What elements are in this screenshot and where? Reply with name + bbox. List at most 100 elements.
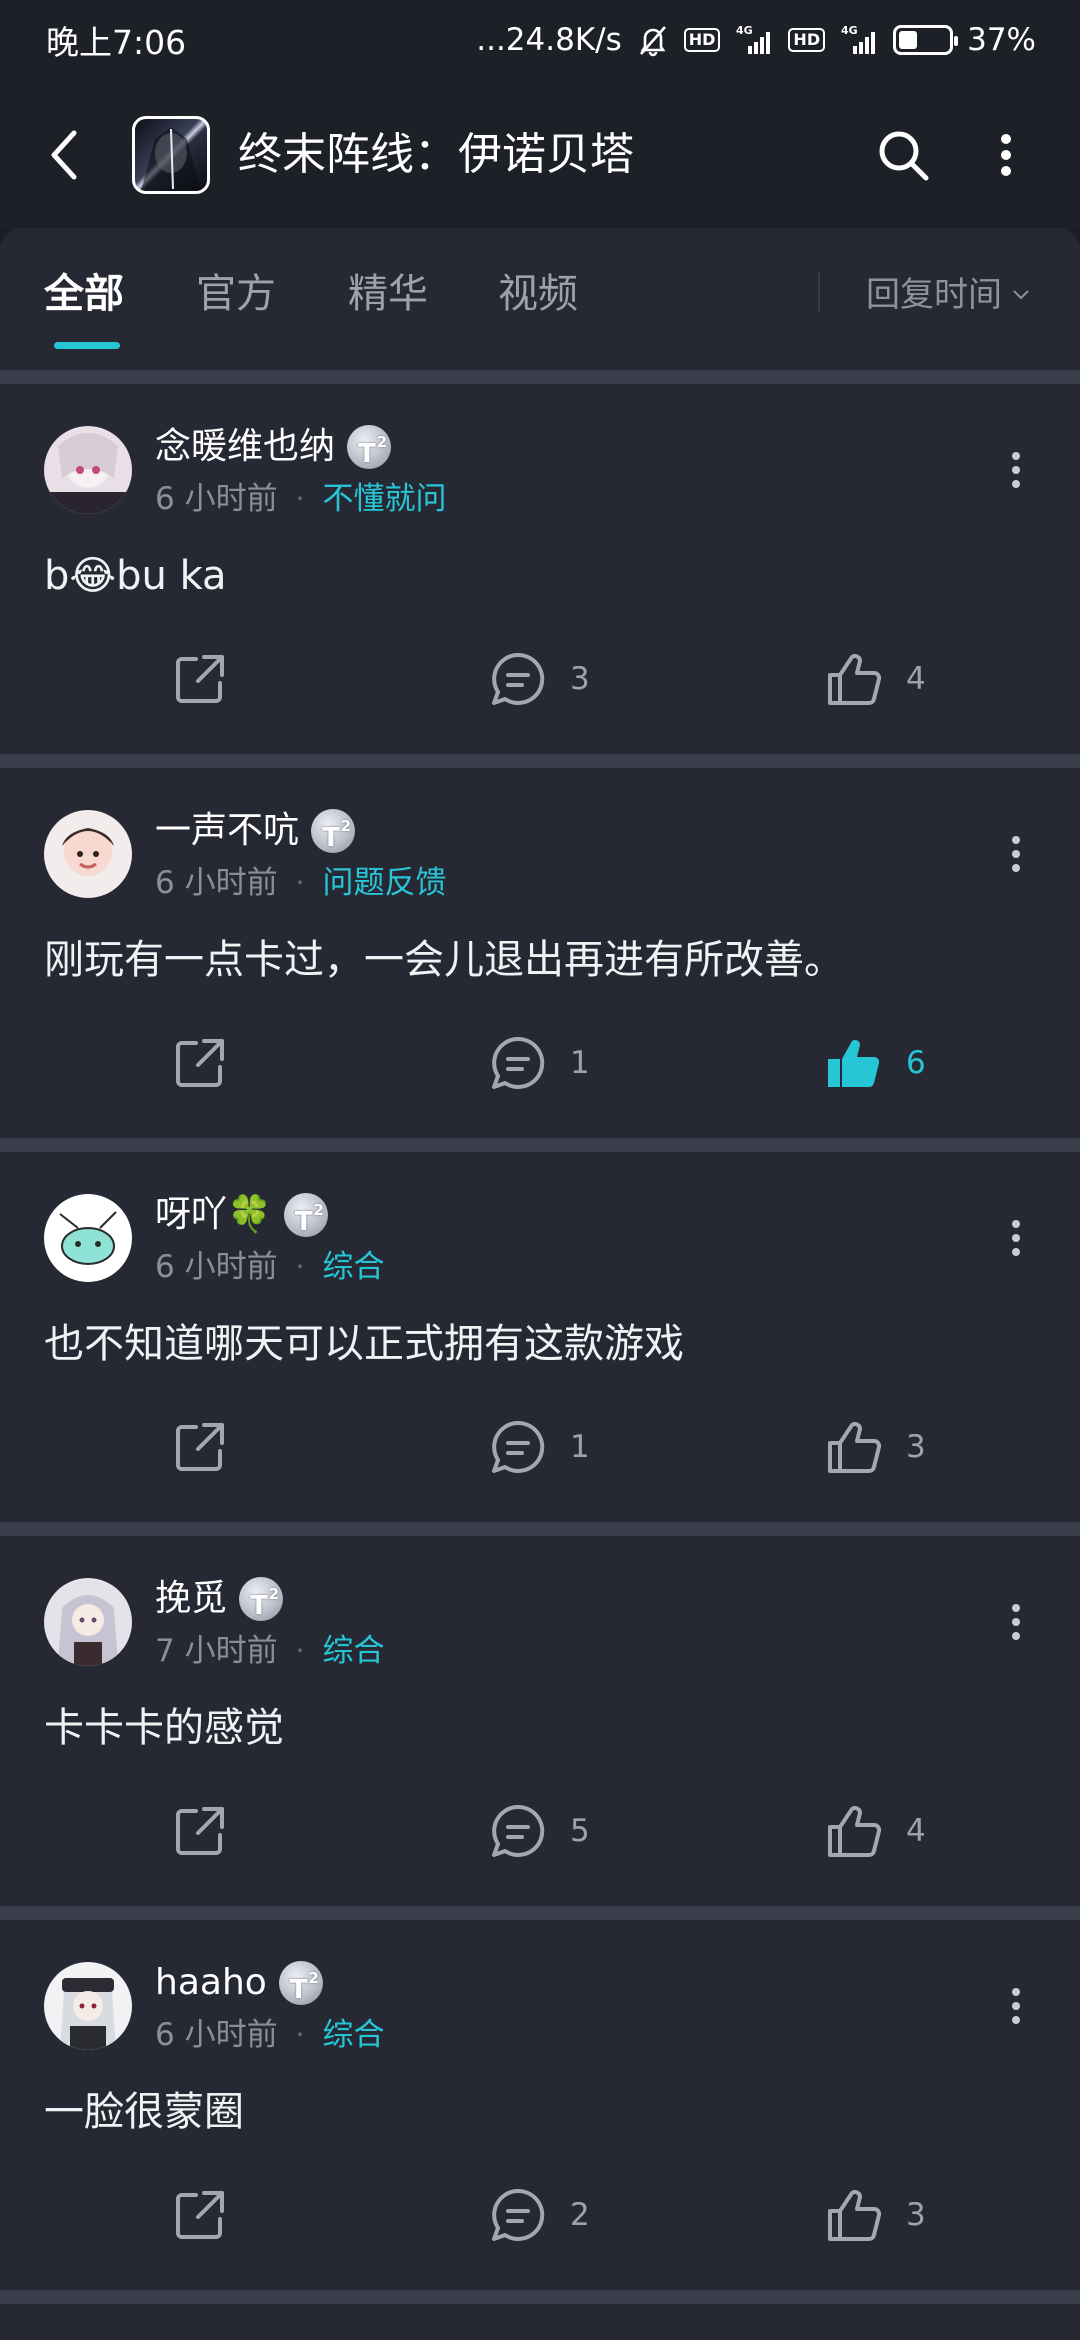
avatar[interactable] xyxy=(44,810,132,898)
post-category[interactable]: 综合 xyxy=(322,1628,384,1674)
post-more-icon[interactable] xyxy=(996,1592,1036,1652)
thumbs-up-filled-icon xyxy=(828,1040,880,1088)
tab-divider xyxy=(818,272,820,312)
post-category[interactable]: 问题反馈 xyxy=(322,860,446,906)
post-card[interactable]: 一声不吭 2 6 小时前 · 问题反馈 刚玩有一点卡过，一会儿退出再进有所改善。… xyxy=(0,768,1080,1138)
like-count: 3 xyxy=(906,2197,926,2233)
signal-icon: 4G xyxy=(734,24,774,56)
hd-badge-2: HD xyxy=(788,28,826,52)
post-meta: 6 小时前 · 综合 xyxy=(155,2012,384,2058)
post-author[interactable]: haaho 2 xyxy=(155,1958,323,2015)
like-count: 6 xyxy=(906,1045,926,1081)
sort-dropdown[interactable]: 回复时间 xyxy=(866,270,1030,320)
comment-button[interactable]: 2 xyxy=(488,2182,590,2248)
post-category[interactable]: 综合 xyxy=(322,2012,384,2058)
post-card[interactable]: 呀吖🍀 2 6 小时前 · 综合 也不知道哪天可以正式拥有这款游戏 1 3 xyxy=(0,1152,1080,1522)
post-card[interactable]: haaho 2 6 小时前 · 综合 一脸很蒙圈 2 3 xyxy=(0,1920,1080,2290)
level-badge-icon: 2 xyxy=(283,1193,328,1247)
like-count: 4 xyxy=(906,661,926,697)
comment-count: 3 xyxy=(570,661,590,697)
post-time: 6 小时前 xyxy=(155,865,278,901)
comment-count: 5 xyxy=(570,1813,590,1849)
status-bar: 晚上7:06 ...24.8K/s HD 4G HD 4G 37% xyxy=(0,0,1080,80)
network-speed: ...24.8K/s xyxy=(476,22,622,58)
post-more-icon[interactable] xyxy=(996,1976,1036,2036)
post-more-icon[interactable] xyxy=(996,824,1036,884)
post-meta: 6 小时前 · 问题反馈 xyxy=(155,860,446,906)
share-button[interactable] xyxy=(170,646,230,712)
game-logo[interactable] xyxy=(132,116,210,194)
signal-icon-2: 4G xyxy=(839,24,879,56)
page-title: 终末阵线：伊诺贝塔 xyxy=(238,129,634,180)
share-icon xyxy=(176,1807,224,1855)
post-card-partial xyxy=(0,2304,1080,2340)
like-button[interactable]: 3 xyxy=(824,2182,926,2248)
tab-video[interactable]: 视频 xyxy=(498,264,578,324)
like-button[interactable]: 4 xyxy=(824,1798,926,1864)
comment-button[interactable]: 1 xyxy=(488,1030,590,1096)
username: 一声不吭 xyxy=(155,810,300,851)
avatar[interactable] xyxy=(44,1578,132,1666)
username: haaho xyxy=(155,1962,267,2003)
status-icons: ...24.8K/s HD 4G HD 4G 37% xyxy=(476,22,1036,58)
post-content[interactable]: 卡卡卡的感觉 xyxy=(44,1698,284,1758)
tab-featured[interactable]: 精华 xyxy=(348,264,428,324)
share-button[interactable] xyxy=(170,2182,230,2248)
post-more-icon[interactable] xyxy=(996,440,1036,500)
divider xyxy=(0,754,1080,768)
post-category[interactable]: 综合 xyxy=(322,1244,384,1290)
divider xyxy=(0,1522,1080,1536)
tab-all[interactable]: 全部 xyxy=(44,264,124,324)
post-content[interactable]: 一脸很蒙圈 xyxy=(44,2082,244,2142)
post-content[interactable]: 刚玩有一点卡过，一会儿退出再进有所改善。 xyxy=(44,930,844,990)
post-category[interactable]: 不懂就问 xyxy=(322,476,446,522)
post-author[interactable]: 念暖维也纳 2 xyxy=(155,422,392,479)
battery-icon xyxy=(893,25,959,55)
post-meta: 6 小时前 · 不懂就问 xyxy=(155,476,446,522)
comment-button[interactable]: 3 xyxy=(488,646,590,712)
more-vertical-icon[interactable] xyxy=(982,120,1030,190)
status-time: 晚上7:06 xyxy=(46,23,187,62)
comment-button[interactable]: 5 xyxy=(488,1798,590,1864)
avatar[interactable] xyxy=(44,426,132,514)
divider xyxy=(0,370,1080,384)
comment-button[interactable]: 1 xyxy=(488,1414,590,1480)
search-icon[interactable] xyxy=(868,120,938,190)
post-author[interactable]: 挽觅 2 xyxy=(155,1574,284,1631)
battery-level xyxy=(899,31,918,49)
username: 呀吖🍀 xyxy=(155,1194,272,1235)
battery-percent: 37% xyxy=(967,22,1036,58)
top-app-bar: 终末阵线：伊诺贝塔 xyxy=(0,80,1080,230)
comment-count: 1 xyxy=(570,1429,590,1465)
post-meta: 7 小时前 · 综合 xyxy=(155,1628,384,1674)
back-arrow-icon[interactable] xyxy=(34,122,94,188)
share-icon xyxy=(176,1039,224,1087)
post-more-icon[interactable] xyxy=(996,1208,1036,1268)
post-author[interactable]: 呀吖🍀 2 xyxy=(155,1190,328,1247)
like-button[interactable]: 6 xyxy=(824,1030,926,1096)
meta-separator: · xyxy=(295,1634,305,1667)
avatar[interactable] xyxy=(44,1194,132,1282)
divider xyxy=(0,1906,1080,1920)
post-content[interactable]: 也不知道哪天可以正式拥有这款游戏 xyxy=(44,1314,684,1374)
post-card[interactable]: 念暖维也纳 2 6 小时前 · 不懂就问 b😂bu ka 3 4 xyxy=(0,384,1080,754)
divider xyxy=(0,2290,1080,2304)
share-icon xyxy=(176,1423,224,1471)
post-time: 7 小时前 xyxy=(155,1633,278,1669)
like-button[interactable]: 4 xyxy=(824,646,926,712)
post-content[interactable]: b😂bu ka xyxy=(44,546,227,606)
meta-separator: · xyxy=(295,2018,305,2051)
sort-label: 回复时间 xyxy=(866,275,1002,315)
share-button[interactable] xyxy=(170,1030,230,1096)
post-card[interactable]: 挽觅 2 7 小时前 · 综合 卡卡卡的感觉 5 4 xyxy=(0,1536,1080,1906)
share-button[interactable] xyxy=(170,1798,230,1864)
level-badge-icon: 2 xyxy=(278,1961,323,2015)
post-author[interactable]: 一声不吭 2 xyxy=(155,806,356,863)
like-button[interactable]: 3 xyxy=(824,1414,926,1480)
post-meta: 6 小时前 · 综合 xyxy=(155,1244,384,1290)
share-icon xyxy=(176,2191,224,2239)
share-button[interactable] xyxy=(170,1414,230,1480)
thumbs-up-icon xyxy=(828,2190,882,2241)
avatar[interactable] xyxy=(44,1962,132,2050)
tab-official[interactable]: 官方 xyxy=(196,264,276,324)
